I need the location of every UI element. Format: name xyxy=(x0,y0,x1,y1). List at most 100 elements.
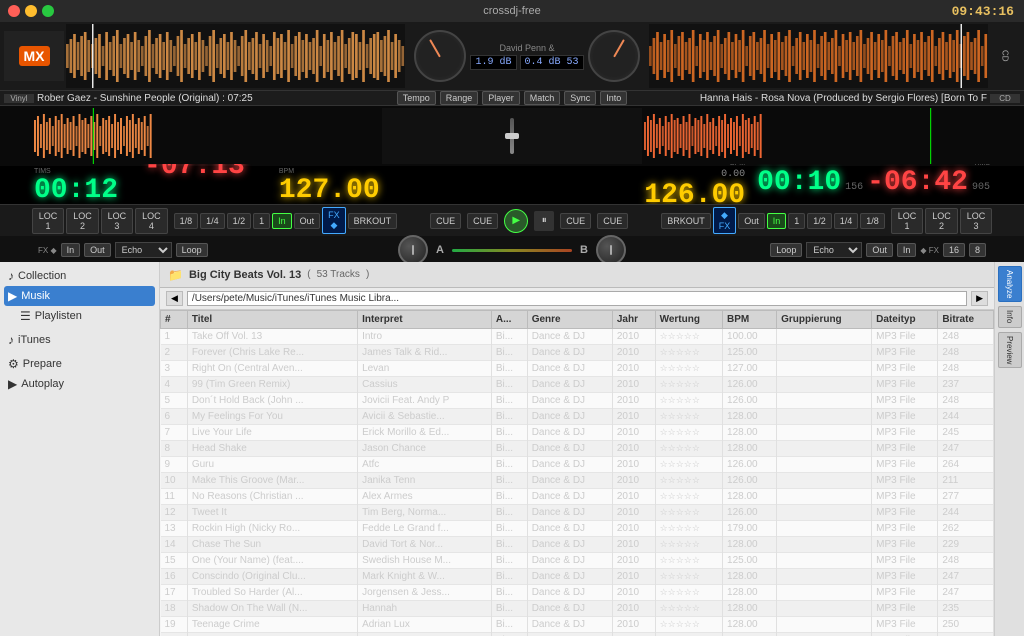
loop-4b-left[interactable]: 1/2 xyxy=(227,213,252,229)
loop-1b-right[interactable]: 1/8 xyxy=(860,213,885,229)
table-row[interactable]: 19 Teenage Crime Adrian Lux Bi... Dance … xyxy=(161,617,994,633)
loc1-right[interactable]: LOC 1 xyxy=(891,208,923,234)
col-wertung[interactable]: Wertung xyxy=(655,311,722,329)
right-platter[interactable] xyxy=(588,30,640,82)
waveform-left[interactable] xyxy=(66,24,405,88)
sidebar-item-musik[interactable]: ▶ Musik xyxy=(4,286,155,306)
fx-select-right[interactable]: Echo Reverb xyxy=(806,242,862,258)
fx-16-right[interactable]: 16 xyxy=(943,243,965,257)
col-genre[interactable]: Genre xyxy=(527,311,612,329)
fx-button-right[interactable]: ◆ FX xyxy=(713,207,737,234)
cue-right2[interactable]: CUE xyxy=(597,213,628,229)
sidebar-item-playlisten[interactable]: ☰ Playlisten xyxy=(4,306,155,326)
mixer-fader-area[interactable] xyxy=(382,108,642,164)
table-row[interactable]: 18 Shadow On The Wall (N... Hannah Bi...… xyxy=(161,601,994,617)
table-row[interactable]: 2 Forever (Chris Lake Re... James Talk &… xyxy=(161,345,994,361)
table-row[interactable]: 13 Rockin High (Nicky Ro... Fedde Le Gra… xyxy=(161,521,994,537)
detail-waveform-right[interactable] xyxy=(644,108,990,164)
waveform-right[interactable] xyxy=(649,24,988,88)
in-button-right[interactable]: In xyxy=(767,213,787,229)
sidebar-item-collection[interactable]: ♪ Collection xyxy=(4,266,155,286)
in-button-left[interactable]: In xyxy=(272,213,292,229)
crossfader-bar[interactable] xyxy=(452,249,572,252)
table-row[interactable]: 16 Conscindo (Original Clu... Mark Knigh… xyxy=(161,569,994,585)
col-bpm[interactable]: BPM xyxy=(723,311,777,329)
range-button[interactable]: Range xyxy=(440,91,479,105)
fx-8-right[interactable]: 8 xyxy=(969,243,986,257)
table-row[interactable]: 3 Right On (Central Aven... Levan Bi... … xyxy=(161,361,994,377)
col-dateityp[interactable]: Dateityp xyxy=(872,311,938,329)
loop-8b-right[interactable]: 1 xyxy=(788,213,805,229)
fx-select-left[interactable]: Echo Reverb Flanger xyxy=(115,242,172,258)
loc2-right[interactable]: LOC 2 xyxy=(925,208,957,234)
col-jahr[interactable]: Jahr xyxy=(612,311,655,329)
fx-loop-left[interactable]: Loop xyxy=(176,243,208,257)
minimize-button[interactable] xyxy=(25,5,37,17)
loc2-left[interactable]: LOC 2 xyxy=(66,208,98,234)
loop-2b-right[interactable]: 1/4 xyxy=(834,213,859,229)
loop-1b-left[interactable]: 1/8 xyxy=(174,213,199,229)
play-button[interactable]: ▶ xyxy=(504,209,528,233)
fx-out-left[interactable]: Out xyxy=(84,243,111,257)
fx-in-right[interactable]: In xyxy=(897,243,917,257)
sidebar-item-prepare[interactable]: ⚙ Prepare xyxy=(4,354,155,374)
preview-button[interactable]: Preview xyxy=(998,332,1022,368)
sync-button-left[interactable]: Sync xyxy=(564,91,596,105)
pause-button[interactable]: ⏸ xyxy=(534,211,554,231)
loop-2b-left[interactable]: 1/4 xyxy=(200,213,225,229)
player-button[interactable]: Player xyxy=(482,91,520,105)
out-button-left[interactable]: Out xyxy=(294,213,321,229)
path-back-button[interactable]: ◀ xyxy=(166,291,183,306)
sidebar-item-autoplay[interactable]: ▶ Autoplay xyxy=(4,374,155,394)
table-row[interactable]: 14 Chase The Sun David Tort & Nor... Bi.… xyxy=(161,537,994,553)
crossfader-knob-right[interactable] xyxy=(596,235,626,265)
col-a[interactable]: A... xyxy=(491,311,527,329)
table-row[interactable]: 17 Troubled So Harder (Al... Jorgensen &… xyxy=(161,585,994,601)
loc4-left[interactable]: LOC 4 xyxy=(135,208,167,234)
left-platter[interactable] xyxy=(414,30,466,82)
col-titel[interactable]: Titel xyxy=(187,311,357,329)
col-bitrate[interactable]: Bitrate xyxy=(938,311,994,329)
table-row[interactable]: 9 Guru Atfc Bi... Dance & DJ 2010 ☆☆☆☆☆ … xyxy=(161,457,994,473)
maximize-button[interactable] xyxy=(42,5,54,17)
col-gruppierung[interactable]: Gruppierung xyxy=(777,311,872,329)
table-row[interactable]: 5 Don´t Hold Back (John ... Jovicii Feat… xyxy=(161,393,994,409)
col-num[interactable]: # xyxy=(161,311,188,329)
crossfader-knob[interactable] xyxy=(398,235,428,265)
into-button[interactable]: Into xyxy=(600,91,627,105)
vinyl-cd-toggle[interactable]: CD xyxy=(990,50,1020,62)
track-table[interactable]: # Titel Interpret A... Genre Jahr Wertun… xyxy=(160,310,994,636)
close-button[interactable] xyxy=(8,5,20,17)
out-button-right[interactable]: Out xyxy=(738,213,765,229)
analyze-button[interactable]: Analyze xyxy=(998,266,1022,302)
table-row[interactable]: 6 My Feelings For You Avicii & Sebastie.… xyxy=(161,409,994,425)
table-row[interactable]: 15 One (Your Name) (feat.... Swedish Hou… xyxy=(161,553,994,569)
table-row[interactable]: 7 Live Your Life Erick Morillo & Ed... B… xyxy=(161,425,994,441)
brkout-right[interactable]: BRKOUT xyxy=(661,213,711,229)
fx-out-right[interactable]: Out xyxy=(866,243,893,257)
path-input[interactable] xyxy=(187,291,967,306)
loc3-left[interactable]: LOC 3 xyxy=(101,208,133,234)
info-button[interactable]: Info xyxy=(998,306,1022,327)
fx-in-left[interactable]: In xyxy=(61,243,81,257)
col-interpret[interactable]: Interpret xyxy=(358,311,492,329)
table-row[interactable]: 12 Tweet It Tim Berg, Norma... Bi... Dan… xyxy=(161,505,994,521)
loc1-left[interactable]: LOC 1 xyxy=(32,208,64,234)
loc3-right[interactable]: LOC 3 xyxy=(960,208,992,234)
tempo-button[interactable]: Tempo xyxy=(397,91,436,105)
fx-loop-right[interactable]: Loop xyxy=(770,243,802,257)
path-go-button[interactable]: ▶ xyxy=(971,291,988,306)
window-controls[interactable] xyxy=(8,5,54,17)
table-row[interactable]: 8 Head Shake Jason Chance Bi... Dance & … xyxy=(161,441,994,457)
cue-left[interactable]: CUE xyxy=(430,213,461,229)
match-button[interactable]: Match xyxy=(524,91,561,105)
brkout-left[interactable]: BRKOUT xyxy=(348,213,398,229)
cue-center[interactable]: CUE xyxy=(467,213,498,229)
loop-4b-right[interactable]: 1/2 xyxy=(807,213,832,229)
table-row[interactable]: 4 99 (Tim Green Remix) Cassius Bi... Dan… xyxy=(161,377,994,393)
table-row[interactable]: 10 Make This Groove (Mar... Janika Tenn … xyxy=(161,473,994,489)
table-row[interactable]: 1 Take Off Vol. 13 Intro Bi... Dance & D… xyxy=(161,329,994,345)
sidebar-item-itunes[interactable]: ♪ iTunes xyxy=(4,330,155,350)
detail-waveform-left[interactable] xyxy=(34,108,380,164)
table-row[interactable]: 20 Canoa DJ Gregory & Gr... Bi... Dance … xyxy=(161,633,994,636)
